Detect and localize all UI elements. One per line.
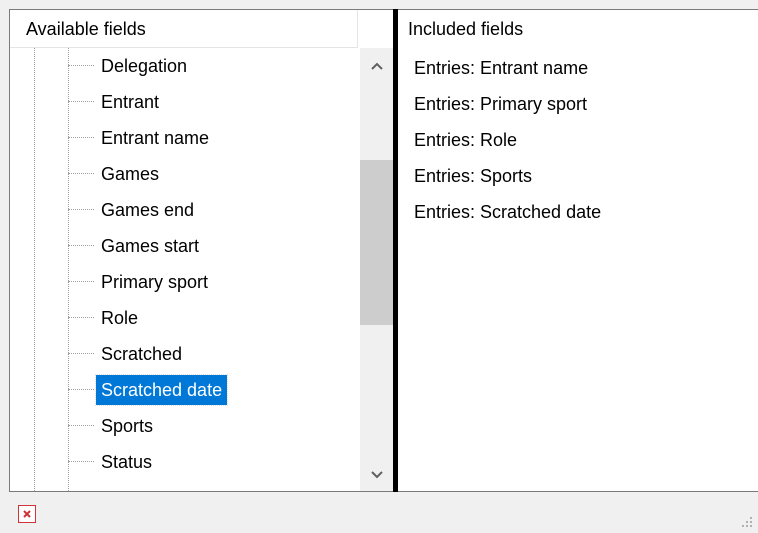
available-fields-panel: Available fields Delegation Entrant Entr…: [9, 9, 393, 492]
tree-item-status[interactable]: Status: [66, 444, 360, 480]
tree-item-label[interactable]: Sports: [96, 411, 158, 441]
included-field-item[interactable]: Entries: Sports: [414, 158, 532, 194]
tree-item-label[interactable]: Games start: [96, 231, 204, 261]
tree-item-label[interactable]: Status: [96, 447, 157, 477]
error-x-icon[interactable]: [18, 505, 36, 523]
tree-item-label[interactable]: Delegation: [96, 51, 192, 81]
available-fields-tree: Delegation Entrant Entrant name Games Ga…: [10, 48, 360, 491]
tree-item-label[interactable]: Games: [96, 159, 164, 189]
scroll-down-button[interactable]: [360, 457, 393, 491]
tree-item-label[interactable]: Entrant: [96, 87, 164, 117]
tree-connector: [68, 101, 94, 102]
tree-item-role[interactable]: Role: [66, 300, 360, 336]
tree-item-partial[interactable]: T...: [66, 480, 360, 491]
tree-item-primary-sport[interactable]: Primary sport: [66, 264, 360, 300]
tree-item-games-start[interactable]: Games start: [66, 228, 360, 264]
resize-grip-icon[interactable]: [740, 515, 754, 529]
tree-item-label[interactable]: Role: [96, 303, 143, 333]
included-field-item[interactable]: Entries: Scratched date: [414, 194, 601, 230]
vertical-scrollbar[interactable]: [360, 48, 393, 491]
tree-connector: [68, 461, 94, 462]
tree-item-label[interactable]: Entrant name: [96, 123, 214, 153]
tree-item-scratched-date[interactable]: Scratched date: [66, 372, 360, 408]
included-field-item[interactable]: Entries: Role: [414, 122, 517, 158]
close-x-glyph: [23, 510, 31, 518]
chevron-up-icon: [370, 62, 383, 70]
tree-connector: [68, 173, 94, 174]
tree-item-label[interactable]: Games end: [96, 195, 199, 225]
tree-item-label[interactable]: Scratched: [96, 339, 187, 369]
tree-item-entrant[interactable]: Entrant: [66, 84, 360, 120]
scroll-track[interactable]: [360, 84, 393, 457]
tree-item-sports[interactable]: Sports: [66, 408, 360, 444]
scroll-thumb[interactable]: [360, 160, 393, 325]
tree-item-scratched[interactable]: Scratched: [66, 336, 360, 372]
status-bar: [0, 492, 758, 533]
tree-item-games[interactable]: Games: [66, 156, 360, 192]
tree-item-delegation[interactable]: Delegation: [66, 48, 360, 84]
tree-connector: [68, 137, 94, 138]
included-field-item[interactable]: Entries: Entrant name: [414, 50, 588, 86]
tree-connector: [68, 245, 94, 246]
tree-connector: [68, 65, 94, 66]
tree-item-label[interactable]: Primary sport: [96, 267, 213, 297]
tree-connector: [68, 317, 94, 318]
included-fields-header: Included fields: [408, 19, 524, 39]
available-fields-header: Available fields: [10, 10, 358, 48]
tree-connector: [68, 209, 94, 210]
included-fields-panel: Included fields Entries: Entrant name En…: [398, 9, 758, 492]
tree-connector: [68, 425, 94, 426]
tree-guide-line: [34, 48, 35, 491]
tree-connector: [68, 281, 94, 282]
tree-connector: [68, 353, 94, 354]
tree-connector: [68, 389, 94, 390]
chevron-down-icon: [370, 471, 383, 479]
included-field-item[interactable]: Entries: Primary sport: [414, 86, 587, 122]
scroll-up-button[interactable]: [360, 48, 393, 84]
tree-item-entrant-name[interactable]: Entrant name: [66, 120, 360, 156]
tree-item-label-selected[interactable]: Scratched date: [94, 374, 229, 406]
tree-item-label[interactable]: T...: [96, 483, 130, 491]
tree-item-games-end[interactable]: Games end: [66, 192, 360, 228]
